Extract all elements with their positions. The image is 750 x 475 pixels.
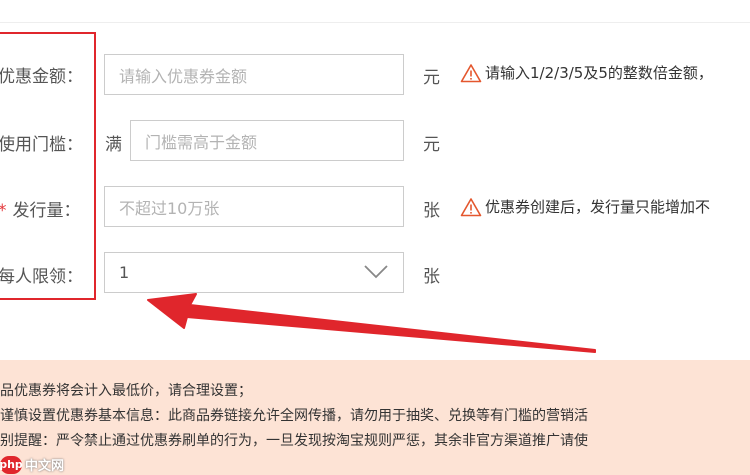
top-divider <box>0 22 750 23</box>
per-user-limit-value: 1 <box>119 263 130 282</box>
watermark-text: 中文网 <box>25 459 65 474</box>
coupon-amount-hint: 请输入1/2/3/5及5的整数倍金额， <box>460 62 713 83</box>
annotation-highlight-box <box>0 32 96 300</box>
threshold-input[interactable]: 门槛需高于金额 <box>130 120 404 161</box>
chevron-down-icon <box>364 265 388 279</box>
notice-line-1: 品优惠券将会计入最低价，请合理设置； <box>0 383 252 399</box>
coupon-amount-unit: 元 <box>423 68 440 88</box>
warning-icon <box>460 197 482 216</box>
issue-quantity-input[interactable]: 不超过10万张 <box>104 186 404 227</box>
threshold-unit: 元 <box>423 135 440 155</box>
threshold-prefix: 满 <box>105 135 122 155</box>
issue-quantity-unit: 张 <box>423 201 440 221</box>
watermark-badge: php <box>0 455 23 474</box>
annotation-arrow <box>147 293 596 353</box>
coupon-amount-input[interactable]: 请输入优惠券金额 <box>104 54 404 95</box>
notice-line-3: 别提醒：严令禁止通过优惠券刷单的行为，一旦发现按淘宝规则严惩，其余非官方渠道推广… <box>0 433 588 449</box>
issue-quantity-placeholder: 不超过10万张 <box>119 198 220 218</box>
coupon-amount-placeholder: 请输入优惠券金额 <box>119 66 248 86</box>
watermark: php 中文网 <box>0 455 64 474</box>
notice-line-2: 谨慎设置优惠券基本信息：此商品券链接允许全网传播，请勿用于抽奖、兑换等有门槛的营… <box>0 408 588 424</box>
issue-quantity-hint: 优惠券创建后，发行量只能增加不 <box>460 196 710 217</box>
threshold-placeholder: 门槛需高于金额 <box>145 132 258 152</box>
notice-panel: 品优惠券将会计入最低价，请合理设置； 谨慎设置优惠券基本信息：此商品券链接允许全… <box>0 360 750 475</box>
warning-icon <box>460 63 482 82</box>
